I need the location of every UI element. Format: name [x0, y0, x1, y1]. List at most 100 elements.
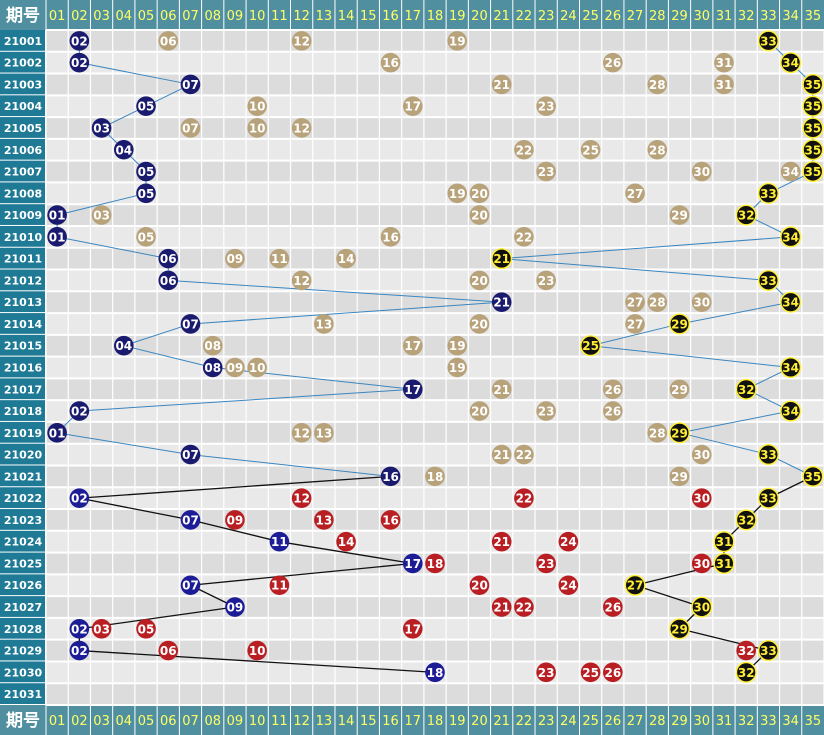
other-ball: 31 — [714, 52, 734, 73]
other-ball: 18 — [425, 466, 445, 487]
max-ball: 35 — [802, 95, 824, 117]
header-column-label: 35 — [805, 9, 822, 24]
row-background — [46, 51, 824, 74]
period-label: 21024 — [4, 536, 43, 549]
other-ball: 29 — [669, 379, 690, 400]
row-background — [46, 683, 824, 705]
row-background — [46, 356, 824, 379]
other-ball-label: 06 — [160, 34, 177, 48]
min-ball: 07 — [180, 314, 201, 334]
other-ball: 29 — [669, 205, 690, 225]
max-ball: 34 — [780, 52, 802, 74]
min-ball-label: 07 — [182, 78, 199, 92]
other-ball: 23 — [536, 96, 556, 117]
other-ball: 23 — [536, 270, 556, 291]
header-column-label: 07 — [182, 9, 199, 24]
max-ball-label: 31 — [716, 535, 733, 549]
other-ball-label: 30 — [693, 492, 710, 506]
other-ball: 12 — [291, 270, 312, 291]
max-ball-label: 30 — [693, 601, 710, 615]
other-ball: 19 — [447, 31, 468, 51]
other-ball: 05 — [136, 227, 156, 247]
other-ball: 12 — [291, 488, 312, 508]
max-ball: 31 — [713, 531, 735, 553]
other-ball-label: 32 — [738, 644, 755, 658]
min-ball-label: 09 — [227, 601, 244, 615]
header-column-label: 20 — [471, 9, 488, 24]
max-ball-label: 29 — [671, 317, 688, 331]
max-ball-label: 32 — [738, 383, 755, 397]
footer-column-label: 16 — [382, 714, 399, 729]
header-column-label: 19 — [449, 9, 466, 24]
other-ball: 31 — [714, 74, 734, 95]
max-ball: 33 — [757, 444, 779, 466]
min-ball: 08 — [202, 357, 223, 378]
period-label: 21029 — [4, 645, 42, 658]
other-ball: 28 — [647, 423, 668, 443]
other-ball-label: 21 — [493, 601, 510, 615]
header-column-label: 31 — [716, 9, 733, 24]
other-ball: 07 — [180, 118, 201, 138]
max-ball-label: 33 — [760, 448, 777, 462]
other-ball-label: 22 — [516, 601, 533, 615]
other-ball-label: 12 — [293, 426, 310, 440]
header-column-label: 32 — [738, 9, 755, 24]
lottery-trend-chart: 期号 01 02 03 04 05 06 07 08 09 10 11 12 13 14 15 16 17 18 19… — [0, 0, 824, 735]
other-ball: 09 — [225, 510, 245, 530]
min-ball-label: 06 — [160, 252, 177, 266]
min-ball: 05 — [136, 96, 156, 117]
other-ball: 30 — [691, 292, 712, 312]
min-ball-label: 04 — [115, 143, 132, 157]
row-background — [46, 334, 824, 357]
other-ball: 20 — [469, 205, 490, 225]
min-ball-label: 05 — [138, 165, 155, 179]
other-ball-label: 03 — [93, 622, 110, 636]
max-ball-label: 35 — [805, 143, 822, 157]
other-ball: 16 — [380, 52, 401, 73]
row-background — [46, 421, 824, 444]
other-ball-label: 11 — [271, 252, 288, 266]
min-ball: 02 — [69, 31, 90, 51]
max-ball-label: 33 — [760, 274, 777, 288]
footer-column-label: 23 — [538, 714, 555, 729]
other-ball: 22 — [514, 444, 534, 465]
footer-column-label: 09 — [227, 714, 244, 729]
footer-column-label: 04 — [116, 714, 133, 729]
other-ball-label: 30 — [693, 448, 710, 462]
other-ball-label: 29 — [671, 209, 688, 223]
other-ball-label: 07 — [182, 121, 199, 135]
min-ball: 01 — [47, 205, 67, 225]
row-background — [46, 138, 824, 161]
footer-column-label: 32 — [738, 714, 755, 729]
other-ball-label: 23 — [538, 405, 555, 419]
row-background — [46, 204, 824, 226]
other-ball-label: 12 — [293, 492, 310, 506]
other-ball: 16 — [380, 510, 401, 530]
period-label: 21009 — [4, 209, 42, 222]
footer-column-label: 11 — [271, 714, 288, 729]
other-ball-label: 19 — [449, 34, 466, 48]
period-label: 21020 — [4, 449, 43, 462]
other-ball-label: 17 — [404, 622, 421, 636]
header-column-label: 17 — [404, 9, 421, 24]
max-ball: 35 — [802, 139, 824, 161]
other-ball-label: 16 — [382, 513, 399, 527]
min-ball-label: 02 — [71, 622, 88, 636]
other-ball: 12 — [291, 423, 312, 443]
other-ball: 16 — [380, 227, 401, 247]
other-ball: 06 — [158, 640, 179, 661]
period-label: 21003 — [4, 78, 42, 91]
other-ball-label: 16 — [382, 56, 399, 70]
period-label: 21022 — [4, 492, 42, 505]
other-ball-label: 21 — [493, 78, 510, 92]
other-ball: 20 — [469, 270, 490, 291]
footer-column-label: 08 — [204, 714, 221, 729]
other-ball: 13 — [314, 314, 334, 334]
min-ball-label: 06 — [160, 274, 177, 288]
header-column-label: 15 — [360, 9, 377, 24]
other-ball-label: 13 — [316, 426, 333, 440]
max-ball: 34 — [780, 356, 802, 379]
max-ball: 33 — [757, 30, 779, 52]
header-column-label: 11 — [271, 9, 288, 24]
period-label: 21023 — [4, 514, 42, 527]
